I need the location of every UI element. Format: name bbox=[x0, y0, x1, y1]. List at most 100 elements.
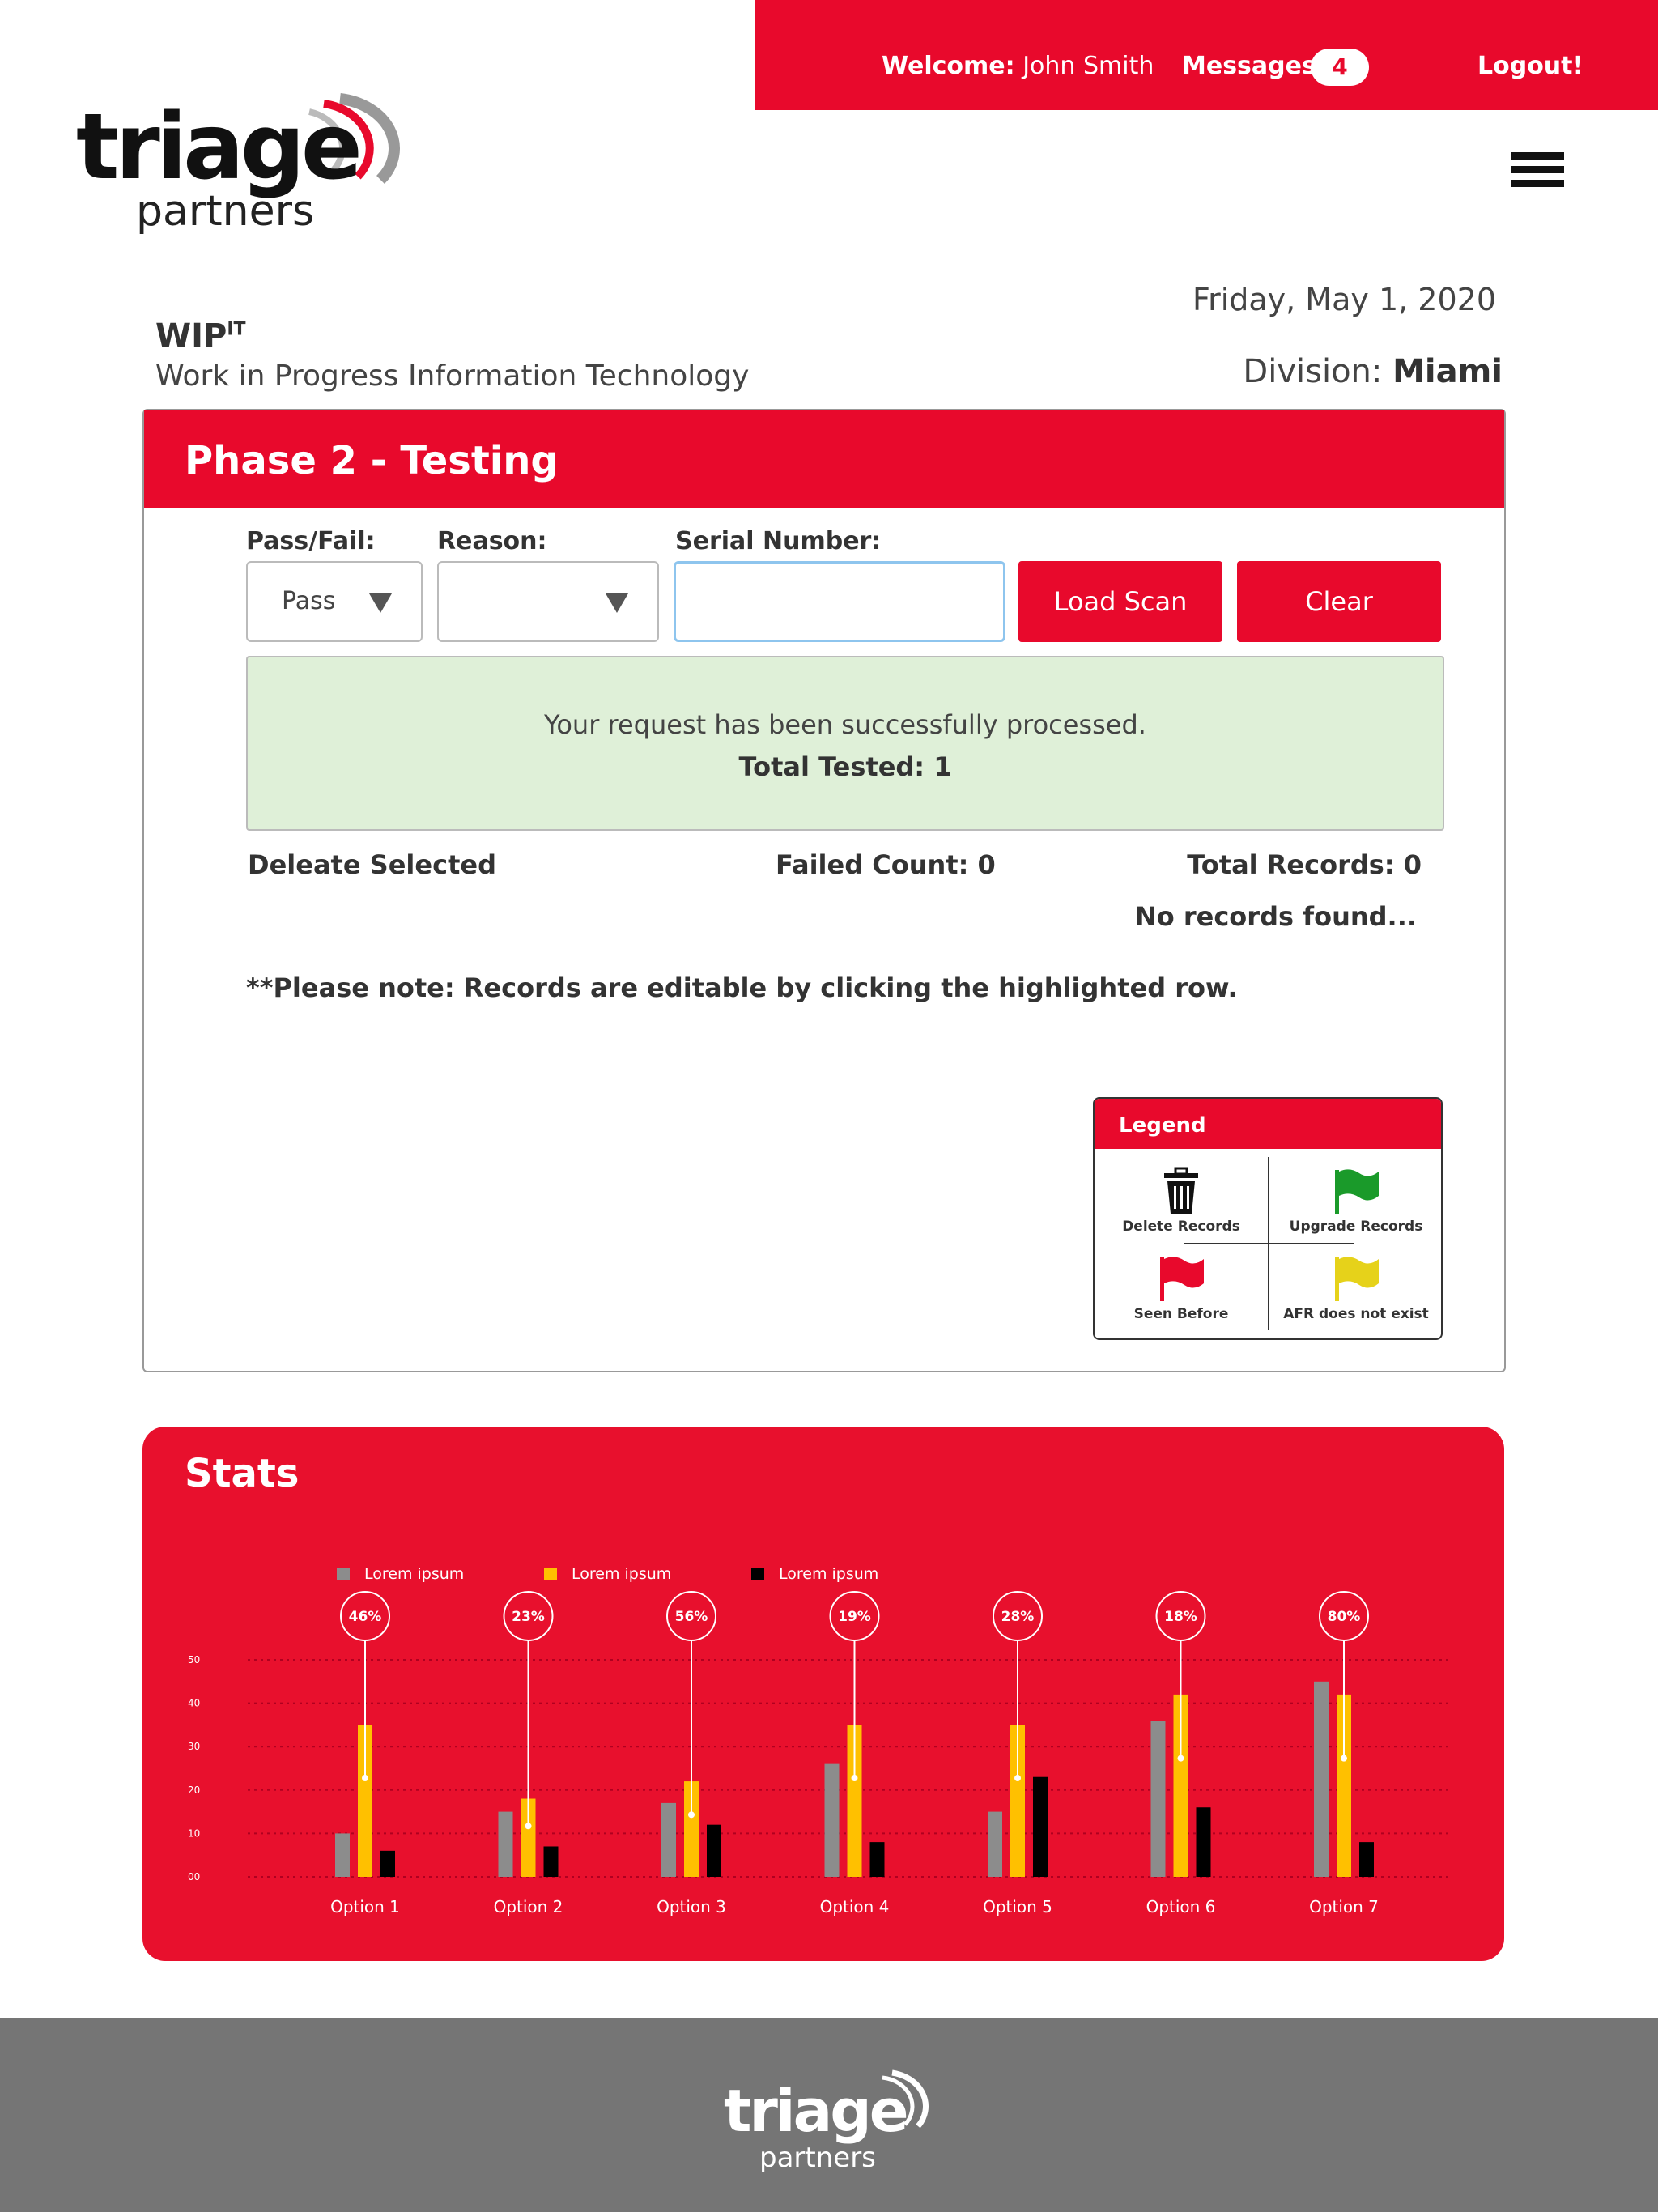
callout-dot bbox=[1177, 1755, 1184, 1762]
app-title: WIPIT bbox=[155, 317, 246, 355]
total-tested: Total Tested: 1 bbox=[738, 751, 952, 782]
success-message: Your request has been successfully proce… bbox=[544, 709, 1146, 740]
messages-label: Messages: bbox=[1182, 52, 1326, 80]
bar bbox=[1314, 1681, 1329, 1877]
logout-link[interactable]: Logout! bbox=[1477, 52, 1584, 80]
division: Division: Miami bbox=[1243, 353, 1503, 390]
x-tick-label: Option 7 bbox=[1309, 1897, 1379, 1916]
x-tick-label: Option 2 bbox=[494, 1897, 563, 1916]
y-tick-label: 10 bbox=[188, 1827, 200, 1839]
failed-count: Failed Count: 0 bbox=[776, 849, 996, 880]
legend-swatch bbox=[544, 1568, 557, 1580]
red-flag-icon bbox=[1160, 1257, 1204, 1301]
stats-title: Stats bbox=[185, 1451, 300, 1496]
legend-label: Lorem ipsum bbox=[572, 1565, 671, 1583]
y-tick-label: 30 bbox=[188, 1741, 200, 1752]
yellow-flag-icon bbox=[1335, 1257, 1379, 1301]
callout-dot bbox=[1014, 1775, 1021, 1782]
callout-dot bbox=[851, 1775, 858, 1782]
percent-label: 46% bbox=[349, 1609, 382, 1625]
percent-label: 80% bbox=[1328, 1609, 1361, 1625]
passfail-label: Pass/Fail: bbox=[246, 527, 376, 555]
triage-partners-logo[interactable]: triage partners bbox=[73, 66, 413, 236]
clear-button[interactable]: Clear bbox=[1237, 561, 1441, 642]
stats-bar-chart: 00 10 20 30 40 50 Lorem ipsum Lorem ipsum Lorem … bbox=[188, 1565, 1448, 1916]
legend-label: Delete Records bbox=[1122, 1219, 1240, 1235]
legend-item-afr: AFR does not exist bbox=[1269, 1244, 1441, 1330]
green-flag-icon bbox=[1335, 1169, 1379, 1214]
legend-swatch bbox=[337, 1568, 350, 1580]
y-tick-label: 40 bbox=[188, 1698, 200, 1709]
user-name: John Smith bbox=[1022, 52, 1154, 80]
callout-dot bbox=[1341, 1755, 1347, 1762]
percent-label: 18% bbox=[1164, 1609, 1197, 1625]
serial-number-input[interactable] bbox=[674, 561, 1005, 642]
phase-title: Phase 2 - Testing bbox=[185, 438, 559, 483]
legend-title: Legend bbox=[1095, 1099, 1441, 1149]
bar bbox=[707, 1824, 721, 1877]
bar bbox=[661, 1802, 676, 1877]
bar bbox=[498, 1811, 513, 1877]
y-tick-label: 20 bbox=[188, 1784, 200, 1796]
passfail-value: Pass bbox=[282, 587, 336, 615]
bar bbox=[824, 1763, 840, 1877]
messages-link[interactable]: Messages: bbox=[1182, 52, 1326, 80]
chevron-down-icon bbox=[606, 593, 628, 613]
bar bbox=[988, 1811, 1002, 1877]
legend-item-seen: Seen Before bbox=[1095, 1244, 1268, 1330]
bar bbox=[1196, 1807, 1211, 1877]
bar bbox=[335, 1833, 350, 1877]
app-subtitle: Work in Progress Information Technology bbox=[155, 359, 750, 393]
bar bbox=[1359, 1842, 1374, 1877]
top-bar: Welcome: John Smith Messages: 4 Logout! bbox=[755, 0, 1658, 110]
logo-sub: partners bbox=[136, 187, 314, 236]
stats-panel: 00 10 20 30 40 50 Lorem ipsum Lorem ipsum Lorem … bbox=[142, 1427, 1504, 1961]
current-date: Friday, May 1, 2020 bbox=[1192, 282, 1496, 317]
bar bbox=[1033, 1776, 1048, 1877]
legend-label: Lorem ipsum bbox=[779, 1565, 878, 1583]
bar bbox=[543, 1846, 559, 1877]
welcome-label: Welcome: bbox=[882, 52, 1015, 80]
legend-item-delete: Delete Records bbox=[1095, 1157, 1268, 1243]
phase-panel: Phase 2 - Testing Pass/Fail: Pass Reason… bbox=[142, 409, 1506, 1372]
trash-icon bbox=[1164, 1167, 1198, 1214]
app-title-sup: IT bbox=[227, 319, 246, 340]
delete-selected-link[interactable]: Deleate Selected bbox=[248, 849, 496, 880]
no-records-text: No records found... bbox=[1134, 901, 1417, 932]
footer-logo-word: triage bbox=[724, 2077, 907, 2145]
percent-label: 56% bbox=[675, 1609, 708, 1625]
percent-label: 19% bbox=[838, 1609, 871, 1625]
callout-dot bbox=[688, 1811, 695, 1819]
callout-dot bbox=[525, 1823, 532, 1830]
y-tick-label: 50 bbox=[188, 1654, 200, 1665]
hamburger-menu-icon[interactable] bbox=[1511, 152, 1564, 191]
footer-logo-sub: partners bbox=[759, 2142, 876, 2174]
bar bbox=[1150, 1721, 1166, 1877]
reason-label: Reason: bbox=[437, 527, 547, 555]
passfail-select[interactable]: Pass bbox=[246, 561, 423, 642]
division-value: Miami bbox=[1392, 353, 1503, 390]
welcome-text: Welcome: John Smith bbox=[882, 52, 1154, 80]
serial-label: Serial Number: bbox=[675, 527, 882, 555]
reason-select[interactable] bbox=[437, 561, 659, 642]
legend-swatch bbox=[751, 1568, 764, 1580]
x-tick-label: Option 3 bbox=[657, 1897, 726, 1916]
percent-label: 23% bbox=[512, 1609, 545, 1625]
legend-item-upgrade: Upgrade Records bbox=[1269, 1157, 1441, 1243]
footer-logo: triage partners bbox=[724, 2069, 929, 2174]
chevron-down-icon bbox=[369, 593, 392, 613]
x-tick-label: Option 4 bbox=[820, 1897, 890, 1916]
percent-label: 28% bbox=[1001, 1609, 1035, 1625]
x-tick-label: Option 5 bbox=[983, 1897, 1052, 1916]
logo-word: triage bbox=[76, 95, 359, 200]
footer: triage partners bbox=[0, 2018, 1658, 2212]
x-tick-label: Option 1 bbox=[330, 1897, 400, 1916]
editable-note: **Please note: Records are editable by c… bbox=[246, 972, 1238, 1003]
messages-count-badge[interactable]: 4 bbox=[1311, 49, 1369, 86]
legend-label: Lorem ipsum bbox=[364, 1565, 464, 1583]
callout-dot bbox=[362, 1775, 368, 1782]
load-scan-button[interactable]: Load Scan bbox=[1018, 561, 1222, 642]
legend-box: Legend Delete Records Upgrade Records Se… bbox=[1093, 1097, 1443, 1340]
legend-label: Upgrade Records bbox=[1289, 1219, 1423, 1235]
legend-label: AFR does not exist bbox=[1283, 1306, 1429, 1322]
